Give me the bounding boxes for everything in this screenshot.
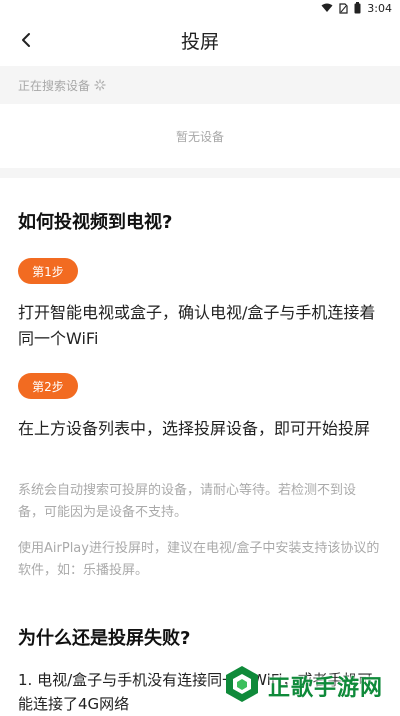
watermark-text: 正歌手游网 bbox=[268, 676, 384, 701]
step-1-text: 打开智能电视或盒子，确认电视/盒子与手机连接着同一个WiFi bbox=[18, 303, 376, 348]
guide-note-2: 使用AirPlay进行投屏时，建议在电视/盒子中安装支持该协议的软件，如：乐播投… bbox=[18, 541, 380, 578]
no-sim-icon bbox=[339, 2, 348, 14]
guide-note-1: 系统会自动搜索可投屏的设备，请耐心等待。若检测不到设备，可能因为是设备不支持。 bbox=[18, 483, 357, 520]
navigation-bar: 投屏 bbox=[0, 16, 400, 64]
failure-heading: 为什么还是投屏失败? bbox=[18, 628, 191, 649]
back-button[interactable] bbox=[14, 28, 38, 52]
chevron-left-icon bbox=[22, 33, 30, 47]
step-2-text: 在上方设备列表中，选择投屏设备，即可开始投屏 bbox=[18, 419, 371, 438]
watermark-logo-icon bbox=[222, 664, 262, 708]
step-2-badge: 第2步 bbox=[18, 373, 78, 399]
empty-device-text: 暂无设备 bbox=[175, 129, 224, 144]
device-list-empty: 暂无设备 bbox=[0, 104, 400, 168]
search-status-bar: 正在搜索设备 bbox=[0, 66, 400, 104]
wifi-icon bbox=[321, 3, 333, 13]
status-time: 3:04 bbox=[367, 1, 392, 15]
page-title: 投屏 bbox=[180, 30, 219, 53]
status-bar: 3:04 bbox=[0, 0, 400, 16]
guide-heading: 如何投视频到电视? bbox=[18, 212, 173, 233]
section-divider bbox=[0, 168, 400, 178]
battery-icon bbox=[354, 2, 361, 14]
search-status-text: 正在搜索设备 bbox=[18, 78, 91, 93]
step-1-badge: 第1步 bbox=[18, 258, 78, 284]
watermark-logo: 正歌手游网 bbox=[222, 664, 392, 708]
loading-spinner-icon bbox=[94, 79, 106, 91]
